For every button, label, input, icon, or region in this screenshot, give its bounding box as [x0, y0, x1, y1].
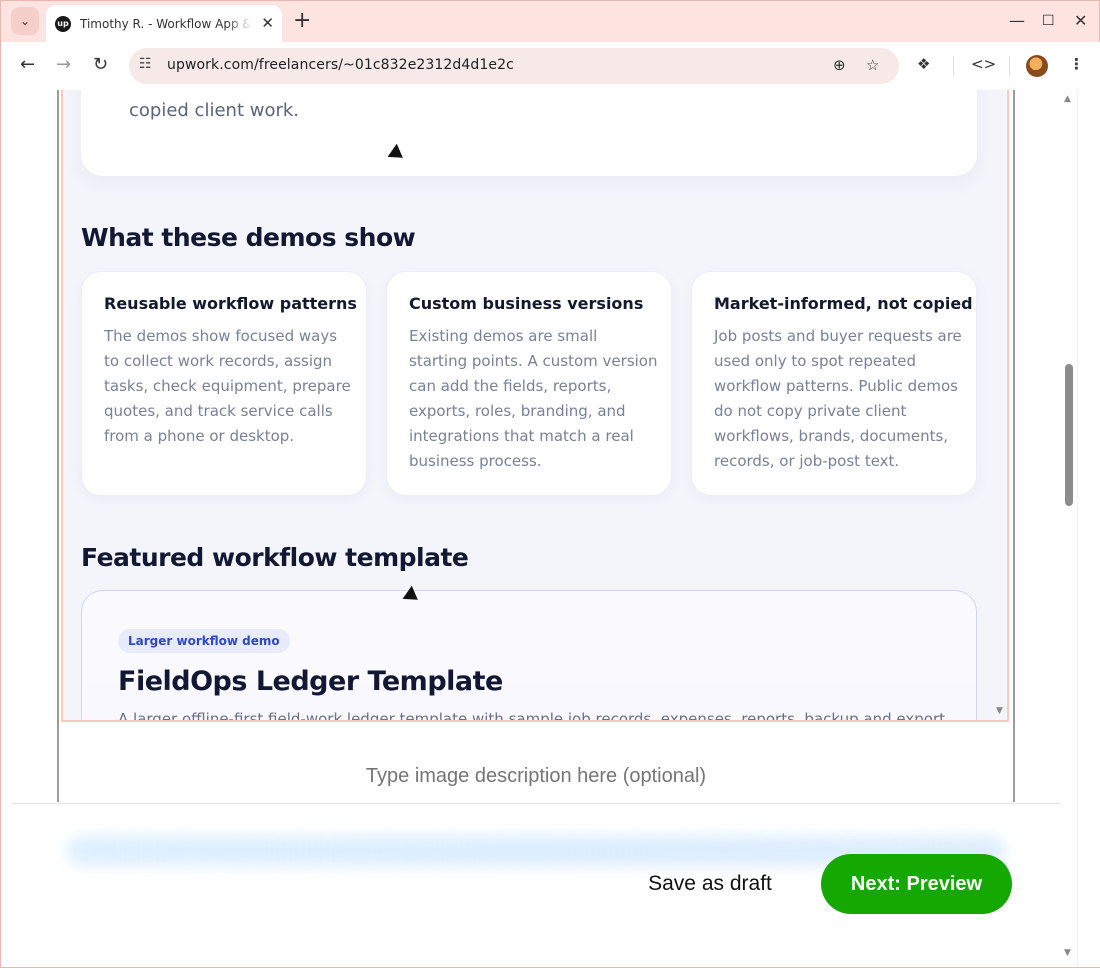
preview-scroll-track	[1010, 90, 1013, 722]
feature-card: Market-informed, not copied Job posts an…	[691, 271, 977, 496]
previous-card: copied client work.	[81, 90, 977, 176]
new-tab-icon[interactable]: +	[293, 9, 311, 33]
feature-title: Reusable workflow patterns	[104, 294, 357, 313]
page-content: copied client work. What these demos sho…	[1, 90, 1100, 967]
feature-card: Custom business versions Existing demos …	[386, 271, 672, 496]
tab-search-button[interactable]: ⌄	[11, 7, 39, 35]
extensions-icon[interactable]: ❖	[917, 55, 930, 73]
browser-toolbar: ← → ↻ ☷ upwork.com/freelancers/~01c832e2…	[1, 42, 1100, 90]
page-scrollbar-thumb[interactable]	[1065, 364, 1073, 506]
zoom-icon[interactable]: ⊕	[833, 56, 846, 74]
template-title: FieldOps Ledger Template	[118, 666, 503, 697]
save-draft-button[interactable]: Save as draft	[629, 854, 791, 914]
feature-card: Reusable workflow patterns The demos sho…	[81, 271, 367, 496]
card-text: copied client work.	[129, 100, 299, 121]
featured-heading: Featured workflow template	[81, 543, 469, 572]
image-description-input[interactable]	[59, 723, 1013, 803]
upwork-favicon-icon: up	[55, 15, 71, 32]
devtools-code-icon[interactable]: <>	[971, 55, 996, 73]
maximize-icon[interactable]: ☐	[1042, 10, 1055, 32]
chevron-down-icon: ⌄	[19, 14, 31, 28]
template-badge: Larger workflow demo	[118, 629, 290, 653]
template-card: Larger workflow demo FieldOps Ledger Tem…	[81, 590, 977, 722]
tab-strip: ⌄ up Timothy R. - Workflow App & ✕ + — ☐…	[1, 1, 1100, 42]
close-window-icon[interactable]: ✕	[1074, 10, 1087, 32]
minimize-icon[interactable]: —	[1009, 10, 1025, 32]
menu-kebab-icon[interactable]: ⋮	[1069, 55, 1084, 73]
template-description: A larger offline-first field-work ledger…	[118, 710, 945, 722]
page-scroll-track	[1077, 90, 1078, 967]
demos-heading: What these demos show	[81, 223, 416, 252]
feature-title: Custom business versions	[409, 294, 644, 313]
forward-icon[interactable]: →	[56, 54, 71, 76]
reload-icon[interactable]: ↻	[93, 54, 108, 76]
image-preview[interactable]: copied client work. What these demos sho…	[61, 90, 1009, 722]
feature-title: Market-informed, not copied	[714, 294, 973, 313]
feature-body: Existing demos are small starting points…	[409, 327, 658, 470]
preview-scroll-down-icon[interactable]: ▼	[996, 706, 1003, 716]
url-text[interactable]: upwork.com/freelancers/~01c832e2312d4d1e…	[167, 57, 514, 73]
footer-divider	[11, 803, 1061, 804]
back-icon[interactable]: ←	[20, 54, 35, 76]
scroll-up-icon[interactable]: ▲	[1064, 94, 1071, 104]
active-tab[interactable]: up Timothy R. - Workflow App & ✕	[46, 5, 282, 42]
browser-window: ⌄ up Timothy R. - Workflow App & ✕ + — ☐…	[0, 0, 1100, 968]
scroll-down-icon[interactable]: ▼	[1064, 948, 1071, 958]
close-tab-icon[interactable]: ✕	[261, 14, 274, 32]
site-info-icon[interactable]: ☷	[139, 56, 152, 72]
address-bar[interactable]: ☷ upwork.com/freelancers/~01c832e2312d4d…	[129, 48, 899, 84]
bookmark-star-icon[interactable]: ☆	[866, 56, 879, 74]
profile-avatar[interactable]	[1026, 55, 1048, 77]
tab-title: Timothy R. - Workflow App &	[80, 16, 252, 31]
feature-body: Job posts and buyer requests are used on…	[714, 327, 962, 470]
feature-body: The demos show focused ways to collect w…	[104, 327, 351, 445]
next-preview-button[interactable]: Next: Preview	[821, 854, 1012, 914]
toolbar-divider	[953, 56, 954, 76]
toolbar-divider	[1009, 56, 1010, 76]
